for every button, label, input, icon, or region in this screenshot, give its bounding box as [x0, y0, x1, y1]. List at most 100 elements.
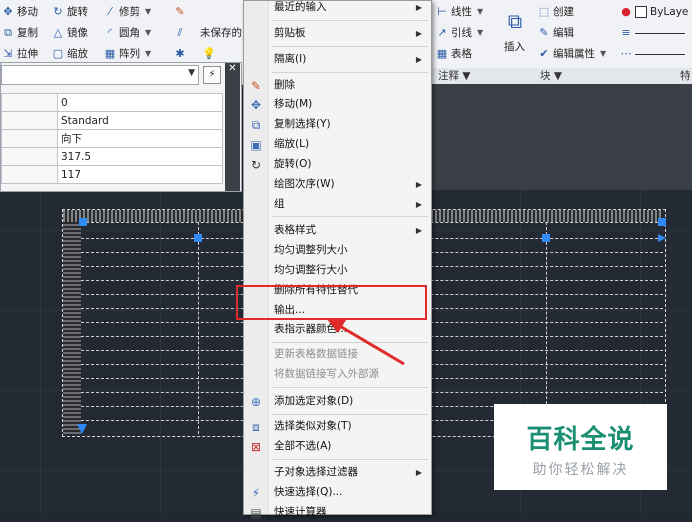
color-dropdown[interactable]: ● ByLaye [620, 3, 688, 21]
rotate-icon: ↻ [53, 5, 63, 18]
column-grip[interactable] [542, 234, 550, 242]
edit-block-button[interactable]: ✎ 编辑 [538, 24, 574, 42]
property-value[interactable]: 117 [57, 165, 223, 184]
erase-button[interactable]: ✎ [174, 3, 186, 21]
properties-panel-label[interactable]: 特 [680, 68, 691, 84]
watermark-subtitle: 助你轻松解决 [532, 462, 629, 478]
menu-item-label: 缩放(L) [274, 138, 310, 150]
scale-icon: ▣ [250, 138, 262, 152]
calculator-icon: ▤ [250, 506, 262, 520]
linear-dim-button[interactable]: ⊢ 线性 ▼ [436, 3, 483, 21]
insert-button[interactable]: 插入 [504, 38, 525, 56]
insert-block-icon[interactable]: ⧉ [498, 6, 532, 36]
property-key [1, 129, 58, 148]
palette-close-bar[interactable]: ✕ [225, 63, 240, 191]
column-grip[interactable] [194, 234, 202, 242]
menu-item-label: 表指示器颜色... [274, 323, 348, 335]
menu-item-clipboard[interactable]: 剪贴板 ▶ [244, 24, 431, 43]
copy-button[interactable]: ⧉ 复制 [2, 24, 38, 42]
edit-attributes-button[interactable]: ✔ 编辑属性 ▼ [538, 45, 606, 63]
chevron-right-icon: ▶ [415, 180, 422, 189]
block-insert-icon: ⧉ [507, 9, 523, 33]
menu-item-quick-select[interactable]: ⚡ 快速选择(Q)... [244, 483, 431, 502]
property-value[interactable]: Standard [57, 111, 223, 130]
leader-button[interactable]: ↗ 引线 ▼ [436, 24, 483, 42]
menu-item-label: 添加选定对象(D) [274, 395, 354, 407]
menu-item-isolate[interactable]: 隔离(I) ▶ [244, 50, 431, 69]
menu-item-add-selected[interactable]: ⊕ 添加选定对象(D) [244, 392, 431, 411]
linetype-dropdown[interactable]: ⋯ [620, 45, 685, 63]
table-button[interactable]: ▦ 表格 [436, 45, 472, 63]
table-grip[interactable] [658, 218, 666, 226]
menu-item-label: 移动(M) [274, 98, 313, 110]
annotation-panel-text: 注释 [438, 70, 459, 82]
create-block-button[interactable]: ⬚ 创建 [538, 3, 574, 21]
layer-bulb-icon[interactable]: 💡 [202, 45, 216, 63]
column-width-grip[interactable] [658, 234, 666, 242]
object-type-dropdown[interactable]: ▼ [1, 65, 199, 85]
menu-item-group[interactable]: 组 ▶ [244, 195, 431, 214]
trim-button[interactable]: ⁄ 修剪 ▼ [104, 3, 151, 21]
layer-state-dropdown[interactable]: 未保存的 [200, 24, 242, 42]
leader-icon: ↗ [437, 26, 447, 39]
chevron-down-icon: ▼ [145, 28, 152, 37]
menu-item-deselect-all[interactable]: ⊠ 全部不选(A) [244, 437, 431, 456]
property-value[interactable]: 向下 [57, 129, 223, 148]
viewport-top-area [430, 84, 692, 190]
property-key [1, 93, 58, 112]
menu-item-copy-selection[interactable]: ⧉ 复制选择(Y) [244, 115, 431, 134]
move-icon: ✥ [250, 98, 262, 112]
chevron-right-icon: ▶ [415, 468, 422, 477]
menu-item-subobject-filter[interactable]: 子对象选择过滤器 ▶ [244, 463, 431, 482]
menu-item-indicator-color[interactable]: 表指示器颜色... [244, 320, 431, 339]
linetype-line [635, 53, 685, 55]
table-column [546, 222, 547, 434]
close-icon[interactable]: ✕ [228, 63, 236, 74]
table-grip[interactable] [79, 218, 87, 226]
menu-item-scale[interactable]: ▣ 缩放(L) [244, 135, 431, 154]
property-value[interactable]: 0 [57, 93, 223, 112]
menu-item-erase[interactable]: ✎ 删除 [244, 76, 431, 95]
annotation-panel-label[interactable]: 注释 ▼ [438, 68, 470, 84]
menu-item-size-columns[interactable]: 均匀调整列大小 [244, 241, 431, 260]
lineweight-dropdown[interactable]: ≡ [620, 24, 685, 42]
quick-select-icon[interactable]: ⚡ [203, 66, 221, 84]
fillet-button[interactable]: ◜ 圆角 ▼ [104, 24, 151, 42]
menu-item-label: 旋转(O) [274, 158, 312, 170]
property-key [1, 111, 58, 130]
menu-item-select-similar[interactable]: ⧈ 选择类似对象(T) [244, 417, 431, 436]
array-button[interactable]: ▦ 阵列 ▼ [104, 45, 151, 63]
menu-item-size-rows[interactable]: 均匀调整行大小 [244, 261, 431, 280]
menu-item-move[interactable]: ✥ 移动(M) [244, 95, 431, 114]
table-row: 向下 [1, 129, 223, 148]
table-column [198, 222, 199, 434]
rotate-button[interactable]: ↻ 旋转 [52, 3, 88, 21]
row-height-grip[interactable] [77, 424, 87, 434]
menu-item-rotate[interactable]: ↻ 旋转(O) [244, 155, 431, 174]
leader-label: 引线 [451, 27, 472, 39]
chevron-right-icon: ▶ [415, 29, 422, 38]
property-value[interactable]: 317.5 [57, 147, 223, 166]
menu-item-label: 表格样式 [274, 224, 316, 236]
scale-button[interactable]: ▢ 缩放 [52, 45, 88, 63]
menu-item-label: 均匀调整行大小 [274, 264, 348, 276]
move-button[interactable]: ✥ 移动 [2, 3, 38, 21]
stretch-button[interactable]: ⇲ 拉伸 [2, 45, 38, 63]
block-panel-label[interactable]: 块 ▼ [540, 68, 562, 84]
add-select-icon: ⊕ [250, 395, 262, 409]
fillet-icon: ◜ [107, 26, 113, 39]
explode-button[interactable]: ✱ [174, 45, 186, 63]
mirror-label: 镜像 [67, 27, 88, 39]
mirror-icon: △ [53, 26, 63, 39]
menu-item-label: 全部不选(A) [274, 440, 332, 452]
mirror-button[interactable]: △ 镜像 [52, 24, 88, 42]
menu-item-table-style[interactable]: 表格样式 ▶ [244, 221, 431, 240]
menu-item-label: 更新表格数据链接 [274, 348, 358, 360]
offset-button[interactable]: ⫽ [174, 24, 186, 42]
array-label: 阵列 [119, 48, 140, 60]
table-row: 0 [1, 93, 223, 112]
edit-attributes-label: 编辑属性 [553, 48, 595, 60]
menu-item-recent-input[interactable]: 最近的输入 ▶ [244, 0, 431, 17]
chevron-down-icon: ▼ [145, 49, 152, 58]
menu-item-draw-order[interactable]: 绘图次序(W) ▶ [244, 175, 431, 194]
